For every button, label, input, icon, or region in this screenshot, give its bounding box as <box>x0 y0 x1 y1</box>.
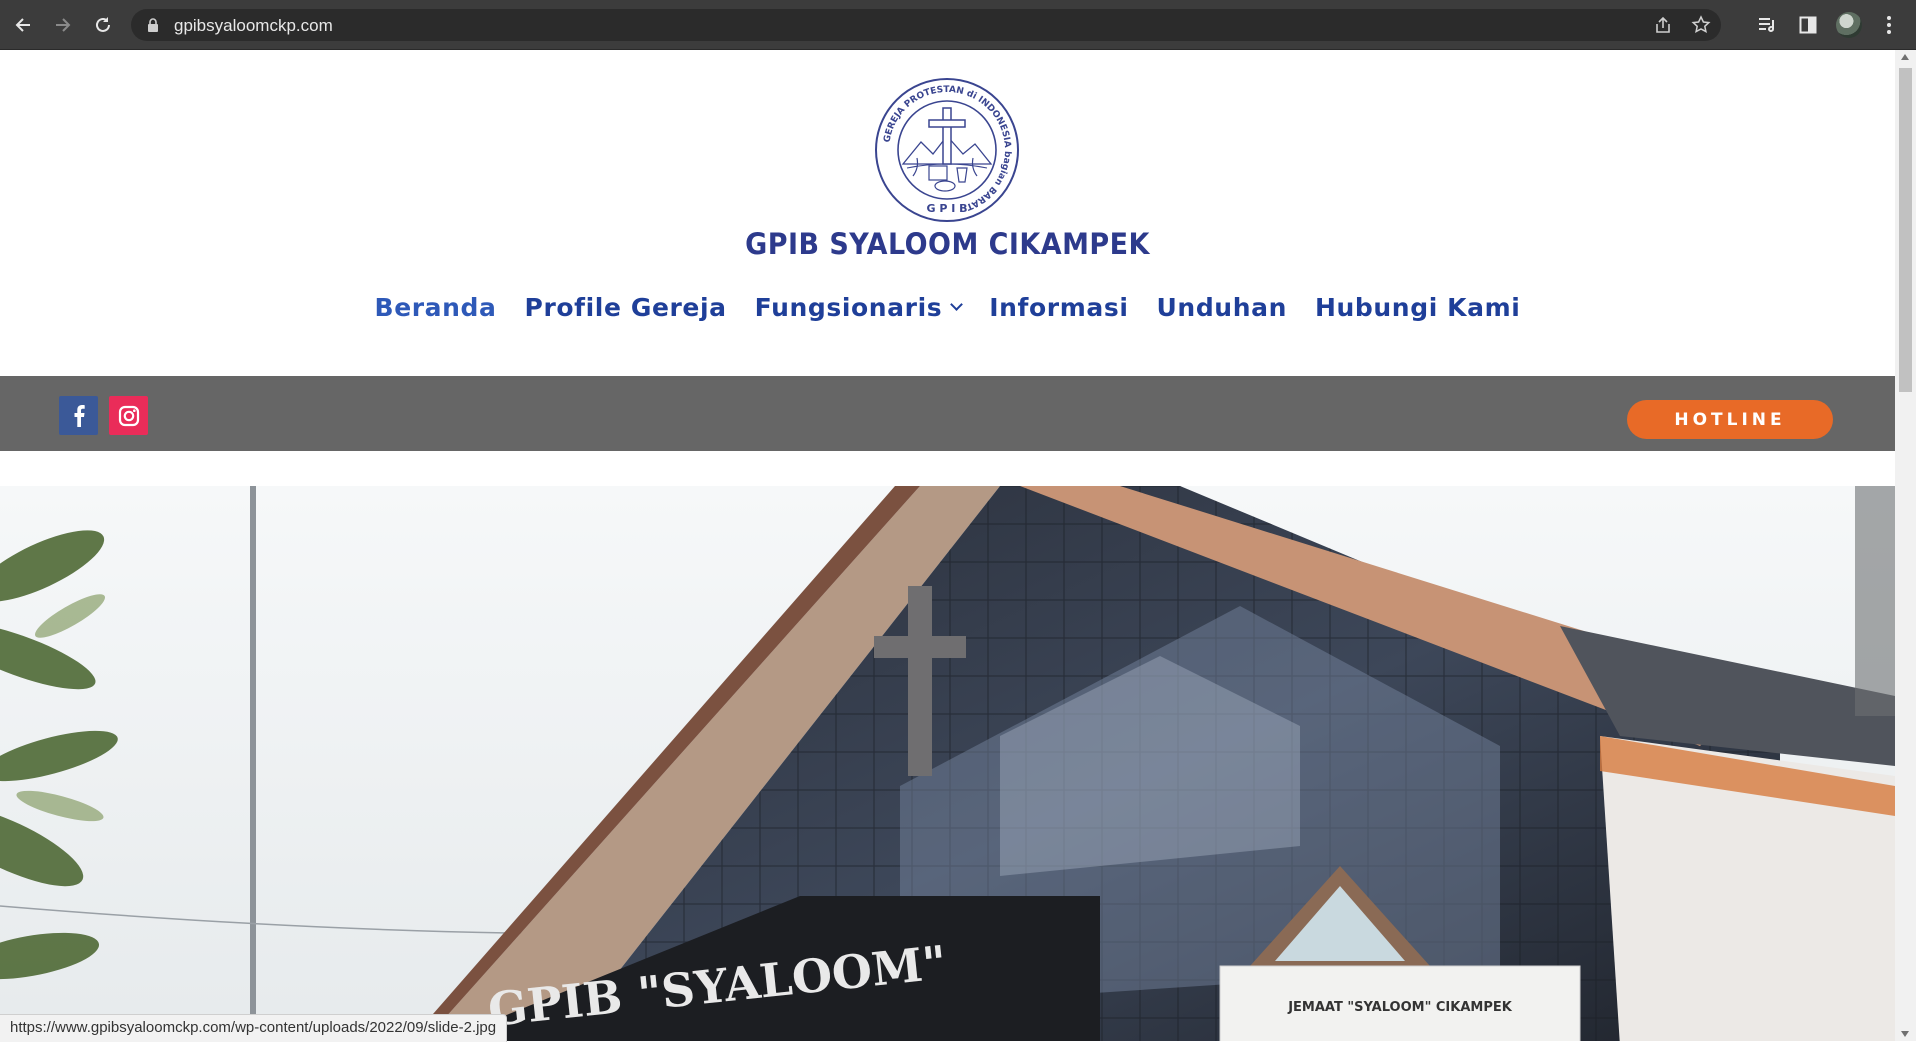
facebook-icon[interactable] <box>59 396 98 435</box>
lock-icon <box>148 18 158 32</box>
scroll-up-arrow-icon[interactable] <box>1901 54 1909 60</box>
menu-item-informasi[interactable]: Informasi <box>989 293 1128 322</box>
profile-avatar[interactable] <box>1836 12 1862 38</box>
site-title[interactable]: GPIB SYALOOM CIKAMPEK <box>66 227 1828 261</box>
side-panel-icon[interactable] <box>1795 12 1821 38</box>
menu-item-unduhan[interactable]: Unduhan <box>1157 293 1287 322</box>
main-menu: Beranda Profile Gereja Fungsionaris Info… <box>0 293 1895 322</box>
scrollbar-thumb[interactable] <box>1899 68 1912 392</box>
status-bar-link-preview: https://www.gpibsyaloomckp.com/wp-conten… <box>0 1014 508 1042</box>
forward-icon[interactable] <box>49 11 77 39</box>
vertical-scrollbar[interactable] <box>1895 50 1916 1041</box>
menu-item-profile-gereja[interactable]: Profile Gereja <box>525 293 727 322</box>
browser-toolbar: gpibsyaloomckp.com <box>0 0 1916 50</box>
share-icon[interactable] <box>1653 15 1673 40</box>
scroll-down-arrow-icon[interactable] <box>1901 1031 1909 1037</box>
more-menu-icon[interactable] <box>1876 12 1902 38</box>
bookmark-star-icon[interactable] <box>1691 15 1711 40</box>
menu-item-fungsionaris[interactable]: Fungsionaris <box>754 293 964 322</box>
hotline-button[interactable]: HOTLINE <box>1627 400 1833 439</box>
menu-item-beranda[interactable]: Beranda <box>375 293 497 322</box>
url-text: gpibsyaloomckp.com <box>174 16 333 35</box>
menu-item-fungsionaris-label: Fungsionaris <box>754 293 943 322</box>
social-bar: HOTLINE <box>0 376 1895 451</box>
address-bar[interactable]: gpibsyaloomckp.com <box>131 9 1721 41</box>
hero-slide-image[interactable]: GPIB "SYALOOM" JEMAAT "SYALOOM" CIKAMPEK <box>0 486 1895 1041</box>
church-logo[interactable]: GEREJA PROTESTAN di INDONESIA bagian BAR… <box>873 76 1021 224</box>
instagram-icon[interactable] <box>109 396 148 435</box>
back-icon[interactable] <box>9 11 37 39</box>
hero-board-text: JEMAAT "SYALOOM" CIKAMPEK <box>1287 1000 1513 1015</box>
chevron-down-icon <box>950 298 964 311</box>
logo-gpib-text: G P I B <box>926 202 967 215</box>
reload-icon[interactable] <box>89 11 117 39</box>
menu-item-hubungi-kami[interactable]: Hubungi Kami <box>1315 293 1520 322</box>
reading-list-icon[interactable] <box>1754 12 1780 38</box>
web-page: GEREJA PROTESTAN di INDONESIA bagian BAR… <box>0 50 1895 1041</box>
